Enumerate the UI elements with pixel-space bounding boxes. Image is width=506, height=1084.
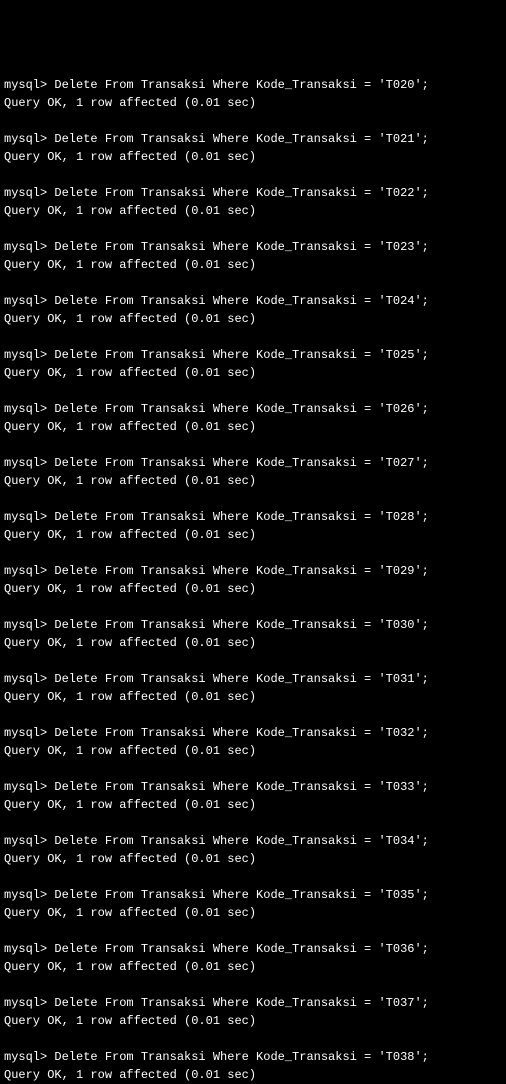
query-block: mysql> Delete From Transaksi Where Kode_… [4, 238, 502, 274]
response-line: Query OK, 1 row affected (0.01 sec) [4, 472, 502, 490]
response-line: Query OK, 1 row affected (0.01 sec) [4, 148, 502, 166]
response-line: Query OK, 1 row affected (0.01 sec) [4, 850, 502, 868]
query-block: mysql> Delete From Transaksi Where Kode_… [4, 184, 502, 220]
query-block: mysql> Delete From Transaksi Where Kode_… [4, 670, 502, 706]
response-line: Query OK, 1 row affected (0.01 sec) [4, 202, 502, 220]
command-line: mysql> Delete From Transaksi Where Kode_… [4, 832, 502, 850]
command-line: mysql> Delete From Transaksi Where Kode_… [4, 454, 502, 472]
command-line: mysql> Delete From Transaksi Where Kode_… [4, 346, 502, 364]
response-line: Query OK, 1 row affected (0.01 sec) [4, 526, 502, 544]
command-line: mysql> Delete From Transaksi Where Kode_… [4, 238, 502, 256]
query-block: mysql> Delete From Transaksi Where Kode_… [4, 1048, 502, 1084]
query-block: mysql> Delete From Transaksi Where Kode_… [4, 778, 502, 814]
query-block: mysql> Delete From Transaksi Where Kode_… [4, 454, 502, 490]
command-line: mysql> Delete From Transaksi Where Kode_… [4, 508, 502, 526]
command-line: mysql> Delete From Transaksi Where Kode_… [4, 940, 502, 958]
response-line: Query OK, 1 row affected (0.01 sec) [4, 958, 502, 976]
command-line: mysql> Delete From Transaksi Where Kode_… [4, 616, 502, 634]
query-block: mysql> Delete From Transaksi Where Kode_… [4, 994, 502, 1030]
query-block: mysql> Delete From Transaksi Where Kode_… [4, 886, 502, 922]
response-line: Query OK, 1 row affected (0.01 sec) [4, 1012, 502, 1030]
response-line: Query OK, 1 row affected (0.01 sec) [4, 310, 502, 328]
query-block: mysql> Delete From Transaksi Where Kode_… [4, 346, 502, 382]
query-block: mysql> Delete From Transaksi Where Kode_… [4, 562, 502, 598]
response-line: Query OK, 1 row affected (0.01 sec) [4, 94, 502, 112]
response-line: Query OK, 1 row affected (0.01 sec) [4, 796, 502, 814]
command-line: mysql> Delete From Transaksi Where Kode_… [4, 886, 502, 904]
command-line: mysql> Delete From Transaksi Where Kode_… [4, 994, 502, 1012]
query-block: mysql> Delete From Transaksi Where Kode_… [4, 940, 502, 976]
query-block: mysql> Delete From Transaksi Where Kode_… [4, 508, 502, 544]
command-line: mysql> Delete From Transaksi Where Kode_… [4, 724, 502, 742]
response-line: Query OK, 1 row affected (0.01 sec) [4, 364, 502, 382]
command-line: mysql> Delete From Transaksi Where Kode_… [4, 292, 502, 310]
terminal-output: mysql> Delete From Transaksi Where Kode_… [4, 76, 502, 759]
query-block: mysql> Delete From Transaksi Where Kode_… [4, 724, 502, 760]
command-line: mysql> Delete From Transaksi Where Kode_… [4, 76, 502, 94]
command-line: mysql> Delete From Transaksi Where Kode_… [4, 562, 502, 580]
response-line: Query OK, 1 row affected (0.01 sec) [4, 904, 502, 922]
response-line: Query OK, 1 row affected (0.01 sec) [4, 1066, 502, 1084]
command-line: mysql> Delete From Transaksi Where Kode_… [4, 778, 502, 796]
command-line: mysql> Delete From Transaksi Where Kode_… [4, 130, 502, 148]
response-line: Query OK, 1 row affected (0.01 sec) [4, 742, 502, 760]
query-block: mysql> Delete From Transaksi Where Kode_… [4, 76, 502, 112]
command-line: mysql> Delete From Transaksi Where Kode_… [4, 184, 502, 202]
query-block: mysql> Delete From Transaksi Where Kode_… [4, 616, 502, 652]
query-block: mysql> Delete From Transaksi Where Kode_… [4, 400, 502, 436]
command-line: mysql> Delete From Transaksi Where Kode_… [4, 1048, 502, 1066]
response-line: Query OK, 1 row affected (0.01 sec) [4, 634, 502, 652]
response-line: Query OK, 1 row affected (0.01 sec) [4, 256, 502, 274]
response-line: Query OK, 1 row affected (0.01 sec) [4, 580, 502, 598]
query-block: mysql> Delete From Transaksi Where Kode_… [4, 130, 502, 166]
query-block: mysql> Delete From Transaksi Where Kode_… [4, 832, 502, 868]
query-block: mysql> Delete From Transaksi Where Kode_… [4, 292, 502, 328]
command-line: mysql> Delete From Transaksi Where Kode_… [4, 670, 502, 688]
command-line: mysql> Delete From Transaksi Where Kode_… [4, 400, 502, 418]
response-line: Query OK, 1 row affected (0.01 sec) [4, 418, 502, 436]
